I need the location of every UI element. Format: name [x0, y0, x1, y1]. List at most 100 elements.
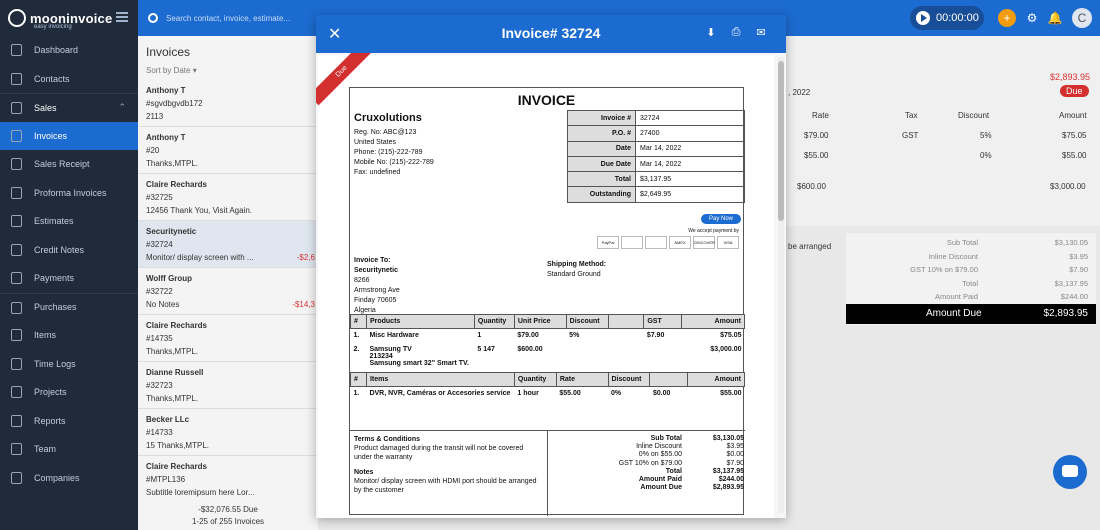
list-item-name: Securitynetic [146, 227, 197, 236]
sidebar-item-credit-notes[interactable]: Credit Notes [0, 236, 138, 265]
totals-label: Inline Discount [928, 251, 978, 261]
amount-due-bar: Amount Due $2,893.95 [846, 304, 1096, 324]
product-price: $600.00 [517, 345, 543, 353]
sidebar-item-purchases[interactable]: Purchases [0, 292, 138, 322]
summary-label: Total [665, 467, 682, 475]
items-header: Amount [687, 372, 745, 387]
search-placeholder: Search contact, invoice, estimate... [166, 13, 291, 23]
summary-row: Inline Discount $3.95 [548, 443, 746, 451]
sidebar-item-payments[interactable]: Payments [0, 264, 138, 293]
meta-value: 27400 [635, 125, 745, 142]
scrollbar[interactable] [778, 57, 784, 513]
sidebar-item-icon [11, 243, 22, 256]
sidebar-item-team[interactable]: Team [0, 435, 138, 464]
payment-card-icon [621, 236, 643, 249]
product-sub: 213234 [369, 352, 393, 360]
list-item[interactable]: Anthony T #20 Thanks,MTPL. [138, 127, 317, 174]
menu-icon[interactable] [116, 12, 128, 22]
sidebar-item-proforma-invoices[interactable]: Proforma Invoices [0, 179, 138, 208]
sidebar-item-label: Sales Receipt [34, 159, 90, 170]
summary-box: Sub Total $3,130.05 Inline Discount $3.95 0%… [547, 431, 745, 516]
item-cell: 1. [353, 390, 360, 397]
item-row: 1. DVR, NVR, Caméras or Accesories servic… [351, 387, 745, 401]
payment-card-icon: AMEX [669, 236, 691, 249]
sidebar-item-invoices[interactable]: Invoices [0, 121, 138, 150]
list-item[interactable]: Claire Rechards #14735 Thanks,MTPL. [138, 315, 317, 362]
invoice-list-pane: Invoices Sort by Date ▾ Anthony T #sgvdbg… [138, 36, 318, 530]
meta-row: Total $3,137.95 [567, 171, 745, 188]
meta-row: Date Mar 14, 2022 [567, 140, 745, 157]
avatar[interactable]: C [1072, 8, 1092, 28]
list-item[interactable]: Securitynetic #32724 Monitor/ display scre… [138, 221, 317, 268]
list-item[interactable]: Becker LLc #14733 15 Thanks,MTPL. [138, 409, 317, 456]
product-sub2: Samsung smart 32" Smart TV. [369, 359, 469, 367]
timer-button[interactable]: 00:00:00 [910, 6, 984, 30]
list-item[interactable]: Anthony T #sgvdbgvdb172 2113 [138, 80, 317, 127]
sidebar-item-items[interactable]: Items [0, 321, 138, 350]
summary-value: $7.90 [726, 459, 744, 467]
items-header [649, 372, 689, 387]
totals-value: $3,130.05 [1054, 238, 1088, 247]
gear-icon[interactable]: ⚙ [1023, 9, 1041, 27]
bell-icon[interactable]: 🔔 [1046, 9, 1064, 27]
download-icon[interactable]: ⬇ [704, 26, 718, 40]
bg-r2-disc: 0% [980, 151, 992, 160]
bg-sub-left: $600.00 [797, 182, 826, 191]
sidebar-item-reports[interactable]: Reports [0, 407, 138, 436]
sidebar-item-time-logs[interactable]: Time Logs [0, 350, 138, 379]
sidebar-item-icon [11, 357, 22, 370]
summary-row: 0% on $55.00 $0.00 [548, 451, 746, 459]
list-item-name: Becker LLc [146, 415, 190, 424]
products-header [607, 314, 645, 329]
sidebar-item-sales-receipt[interactable]: Sales Receipt [0, 150, 138, 179]
print-icon[interactable]: ⎙ [729, 26, 743, 40]
sidebar-item-label: Reports [34, 415, 66, 426]
play-icon [916, 11, 930, 25]
scrollbar-thumb[interactable] [778, 61, 784, 221]
totals-row: Total $3,137.95 [846, 279, 1096, 292]
list-item-number: #32725 [146, 193, 173, 202]
item-cell: $0.00 [652, 390, 671, 397]
mail-icon[interactable]: ✉ [754, 26, 768, 40]
sidebar-item-label: Purchases [34, 302, 77, 313]
sidebar-item-projects[interactable]: Projects [0, 378, 138, 407]
sidebar-item-contacts[interactable]: Contacts [0, 65, 138, 94]
chat-button[interactable] [1053, 455, 1087, 489]
chevron-up-icon[interactable]: ⌃ [118, 102, 126, 113]
ship-label: Shipping Method: [547, 261, 607, 268]
sort-dropdown[interactable]: Sort by Date ▾ [138, 66, 317, 80]
sidebar-item-label: Companies [34, 472, 80, 483]
sidebar-item-companies[interactable]: Companies [0, 464, 138, 493]
sidebar-item-label: Contacts [34, 73, 70, 84]
list-item[interactable]: Claire Rechards #32725 12456 Thank You, Vi… [138, 174, 317, 221]
product-cell: $7.90 [644, 329, 682, 343]
list-item-note: 2113 [146, 112, 164, 121]
invoice-meta-table: Invoice #32724 P.O. #27400 Date Mar 14, 202… [567, 109, 745, 203]
product-cell: $3,000.00 [682, 343, 745, 367]
invoice-preview-modal: ✕ Invoice# 32724 ⬇ ⎙ ✉ Due INVOICE Cruxo… [316, 15, 786, 518]
list-item-number: #32724 [146, 240, 173, 249]
products-header-row: # Products Quantity Unit Price Discount GST Am… [350, 314, 745, 329]
list-item[interactable]: Claire Rechards #MTPL136 Subtitle loremips… [138, 456, 317, 503]
payment-card-icon: PayPal [597, 236, 619, 249]
search-icon [148, 13, 158, 23]
add-icon[interactable]: + [998, 9, 1016, 27]
sidebar-item-dashboard[interactable]: Dashboard [0, 36, 138, 65]
sidebar-item-label: Payments [34, 273, 75, 284]
product-cell: $79.00 [514, 329, 566, 343]
list-item-name: Dianne Russell [146, 368, 204, 377]
bg-r1-rate: $79.00 [804, 131, 829, 140]
pay-now-button[interactable]: Pay Now [700, 214, 741, 224]
sidebar-item-sales[interactable]: Sales ⌃ [0, 93, 138, 122]
sidebar-item-estimates[interactable]: Estimates [0, 207, 138, 236]
list-item-name: Anthony T [146, 133, 186, 142]
sidebar-item-icon [11, 386, 22, 398]
notes-text: Monitor/ display screen with HDMI port s… [354, 478, 537, 494]
list-item-amount: -$2,6 [296, 253, 315, 262]
list-item[interactable]: Dianne Russell #32723 Thanks,MTPL. [138, 362, 317, 409]
bill-to-line: Finday 70605 [354, 297, 397, 304]
list-item[interactable]: Wolff Group #32722 No Notes -$14,3 [138, 268, 317, 315]
meta-value: $2,649.95 [635, 186, 745, 203]
company-line: Fax: undefined [354, 169, 401, 176]
sidebar-item-label: Dashboard [34, 45, 79, 56]
